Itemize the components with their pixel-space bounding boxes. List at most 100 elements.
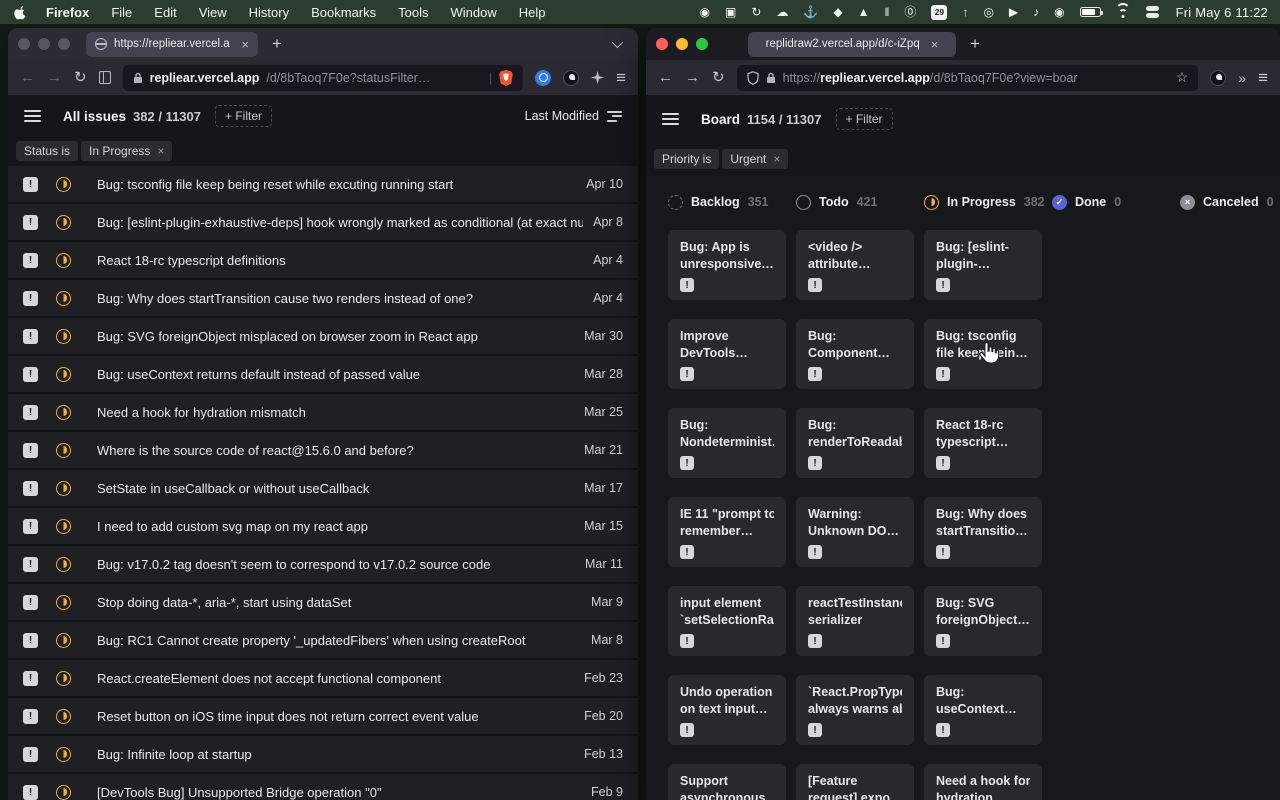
- menu-file[interactable]: File: [100, 5, 143, 20]
- issue-card[interactable]: Bug: Why doesstartTransitio… !: [924, 497, 1042, 567]
- menu-view[interactable]: View: [188, 5, 238, 20]
- sync-icon[interactable]: ↻: [751, 6, 761, 18]
- zoom-window-button[interactable]: [696, 38, 708, 50]
- reload-button[interactable]: ↻: [74, 70, 87, 85]
- new-tab-button[interactable]: +: [964, 34, 986, 54]
- list-tabs-chevron-icon[interactable]: [612, 37, 623, 48]
- reload-button[interactable]: ↻: [712, 70, 725, 85]
- volume-icon[interactable]: ♪: [1033, 6, 1039, 18]
- menu-bookmarks[interactable]: Bookmarks: [300, 5, 387, 20]
- remove-filter-icon[interactable]: ×: [773, 152, 780, 166]
- issue-row[interactable]: ! React 18-rc typescript definitions Apr…: [8, 242, 638, 280]
- menu-firefox[interactable]: Firefox: [35, 5, 100, 20]
- shortcuts-icon[interactable]: ▲: [858, 6, 870, 18]
- issue-card[interactable]: Bug:useContext… !: [924, 675, 1042, 745]
- screen-capture-icon[interactable]: ▣: [725, 6, 736, 18]
- sidebar-toggle-icon[interactable]: [662, 113, 679, 126]
- sort-icon[interactable]: [607, 111, 622, 122]
- forward-button[interactable]: →: [685, 70, 700, 85]
- issue-row[interactable]: ! Bug: Infinite loop at startup Feb 13: [8, 736, 638, 774]
- menu-tools[interactable]: Tools: [387, 5, 439, 20]
- issue-card[interactable]: Bug: App isunresponsive… !: [668, 230, 786, 300]
- issue-row[interactable]: ! SetState in useCallback or without use…: [8, 470, 638, 508]
- extensions-icon[interactable]: [591, 71, 604, 84]
- play-icon[interactable]: ▶: [1009, 6, 1018, 18]
- browser-tab[interactable]: replidraw2.vercel.app/d/c-iZpq ×: [748, 32, 956, 57]
- extension-privacy-icon[interactable]: [563, 70, 579, 86]
- issue-card[interactable]: Bug:renderToReadab !: [796, 408, 914, 478]
- issue-card[interactable]: Bug: [eslint-plugin-… !: [924, 230, 1042, 300]
- docker-icon[interactable]: ⚓: [803, 6, 818, 18]
- issue-card[interactable]: Bug:Nondeterminist… !: [668, 408, 786, 478]
- new-tab-button[interactable]: +: [266, 34, 288, 54]
- window-manager-icon[interactable]: ‖: [884, 6, 889, 18]
- notifications-icon[interactable]: ◉: [1054, 6, 1064, 18]
- issue-row[interactable]: ! I need to add custom svg map on my rea…: [8, 508, 638, 546]
- record-icon[interactable]: ◉: [699, 6, 709, 18]
- menu-edit[interactable]: Edit: [143, 5, 187, 20]
- filter-field-chip[interactable]: Status is: [16, 141, 78, 161]
- forward-button[interactable]: →: [47, 70, 62, 85]
- power-icon[interactable]: ◎: [983, 6, 993, 18]
- extension-privacy-icon[interactable]: [1210, 70, 1226, 86]
- issue-row[interactable]: ! Stop doing data-*, aria-*, start using…: [8, 584, 638, 622]
- issue-row[interactable]: ! Bug: RC1 Cannot create property '_upda…: [8, 622, 638, 660]
- add-filter-button[interactable]: + Filter: [215, 105, 272, 127]
- close-tab-icon[interactable]: ×: [931, 37, 939, 52]
- bookmarks-sidebar-icon[interactable]: [99, 71, 111, 84]
- back-button[interactable]: ←: [20, 70, 35, 85]
- issue-card[interactable]: Bug: tsconfigfile keep bein… !: [924, 319, 1042, 389]
- minimize-window-button[interactable]: [38, 38, 50, 50]
- issue-card[interactable]: reactTestInstancserializer !: [796, 586, 914, 656]
- sidebar-toggle-icon[interactable]: [24, 110, 41, 123]
- zoom-window-button[interactable]: [58, 38, 70, 50]
- brave-shield-extension-icon[interactable]: [499, 70, 513, 86]
- issue-row[interactable]: ! Reset button on iOS time input does no…: [8, 698, 638, 736]
- filter-value-chip[interactable]: Urgent ×: [722, 149, 788, 169]
- filter-field-chip[interactable]: Priority is: [654, 149, 719, 169]
- bookmark-star-icon[interactable]: ☆: [1176, 69, 1189, 86]
- issue-row[interactable]: ! Bug: SVG foreignObject misplaced on br…: [8, 318, 638, 356]
- sort-field-label[interactable]: Last Modified: [525, 109, 599, 123]
- address-bar[interactable]: repliear.vercel.app /d/8bTaoq7F0e?status…: [123, 65, 524, 91]
- add-filter-button[interactable]: + Filter: [836, 108, 893, 130]
- menu-help[interactable]: Help: [508, 5, 557, 20]
- close-window-button[interactable]: [18, 38, 30, 50]
- minimize-window-button[interactable]: [676, 38, 688, 50]
- issue-row[interactable]: ! Bug: tsconfig file keep being reset wh…: [8, 166, 638, 204]
- control-center-icon[interactable]: [1146, 6, 1159, 18]
- overflow-menu-icon[interactable]: »: [1238, 70, 1246, 86]
- issue-row[interactable]: ! [DevTools Bug] Unsupported Bridge oper…: [8, 774, 638, 800]
- dropbox-icon[interactable]: ◆: [833, 6, 842, 18]
- issue-card[interactable]: IE 11 "prompt toremember… !: [668, 497, 786, 567]
- issue-row[interactable]: ! Bug: v17.0.2 tag doesn't seem to corre…: [8, 546, 638, 584]
- calendar-icon[interactable]: 29: [931, 5, 947, 20]
- issue-card[interactable]: Need a hook forhydration… !: [924, 764, 1042, 800]
- menu-history[interactable]: History: [238, 5, 300, 20]
- issue-row[interactable]: ! Where is the source code of react@15.6…: [8, 432, 638, 470]
- issue-card[interactable]: Warning:Unknown DO… !: [796, 497, 914, 567]
- issue-card[interactable]: [Featurerequest] expo… !: [796, 764, 914, 800]
- cloud-icon[interactable]: ☁: [776, 6, 788, 18]
- issue-row[interactable]: ! React.createElement does not accept fu…: [8, 660, 638, 698]
- display-icon[interactable]: ↑: [962, 6, 968, 18]
- issue-card[interactable]: Bug: SVGforeignObject… !: [924, 586, 1042, 656]
- issue-card[interactable]: React 18-rctypescript… !: [924, 408, 1042, 478]
- remove-filter-icon[interactable]: ×: [157, 144, 164, 158]
- filter-value-chip[interactable]: In Progress ×: [81, 141, 172, 161]
- issue-row[interactable]: ! Bug: [eslint-plugin-exhaustive-deps] h…: [8, 204, 638, 242]
- one-password-icon[interactable]: ⓪: [904, 6, 916, 18]
- issue-row[interactable]: ! Bug: useContext returns default instea…: [8, 356, 638, 394]
- issue-card[interactable]: <video />attribute… !: [796, 230, 914, 300]
- issue-card[interactable]: Bug:Component… !: [796, 319, 914, 389]
- issue-row[interactable]: ! Need a hook for hydration mismatch Mar…: [8, 394, 638, 432]
- issue-card[interactable]: input element`setSelectionRa !: [668, 586, 786, 656]
- issue-card[interactable]: ImproveDevTools… !: [668, 319, 786, 389]
- back-button[interactable]: ←: [658, 70, 673, 85]
- issue-card[interactable]: Undo operationon text input… !: [668, 675, 786, 745]
- battery-icon[interactable]: [1080, 7, 1101, 17]
- close-window-button[interactable]: [656, 38, 668, 50]
- issue-card[interactable]: Supportasynchronous… !: [668, 764, 786, 800]
- menu-clock[interactable]: Fri May 6 11:22: [1176, 5, 1268, 20]
- app-menu-button[interactable]: ≡: [616, 68, 626, 88]
